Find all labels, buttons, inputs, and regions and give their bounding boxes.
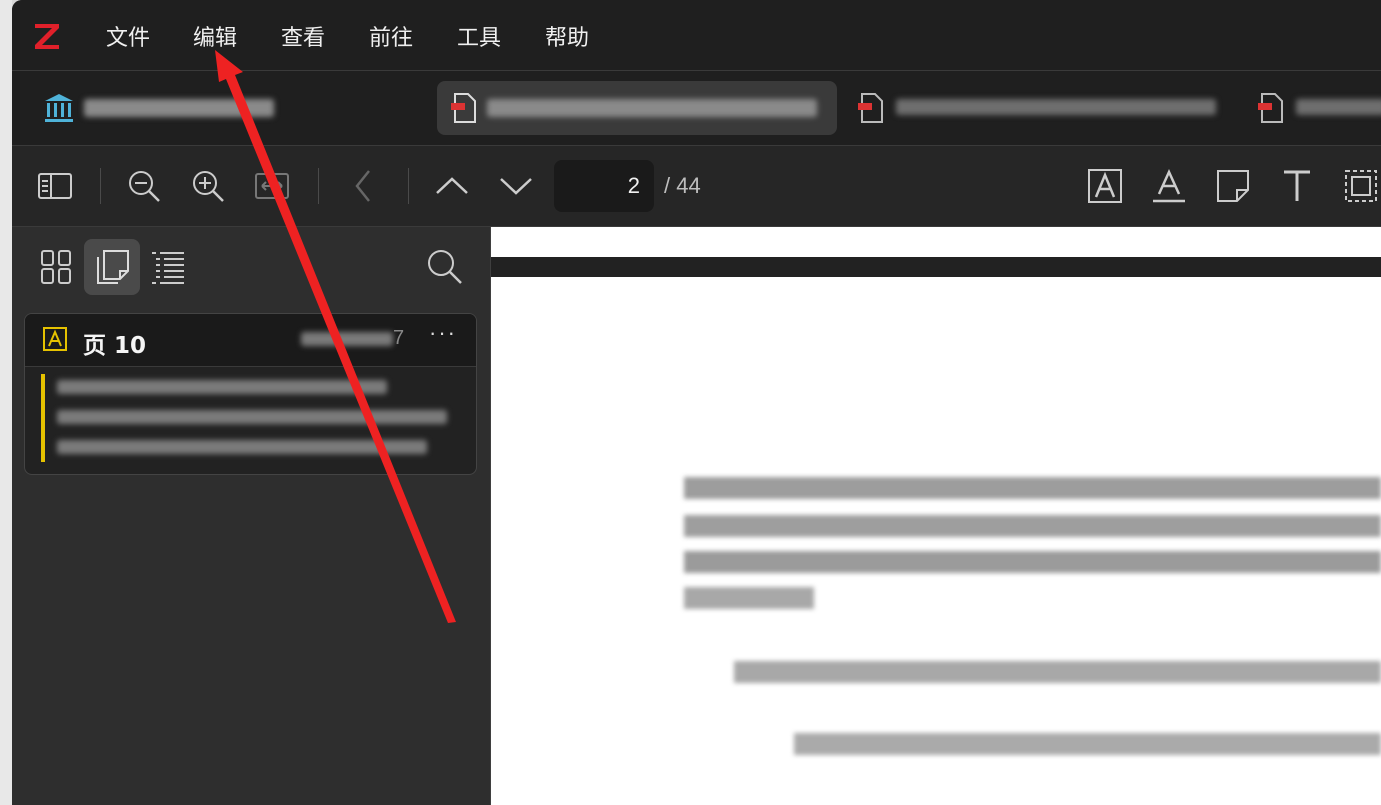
tab-title-redacted [487, 99, 817, 117]
annotation-date-redacted [301, 332, 393, 346]
document-text-redacted [794, 733, 1381, 755]
toggle-sidebar-button[interactable] [33, 164, 77, 208]
document-text-redacted [734, 661, 1381, 683]
toolbar-separator [100, 168, 101, 204]
menu-file[interactable]: 文件 [106, 20, 150, 52]
menu-view[interactable]: 查看 [281, 20, 325, 52]
highlight-tool-button[interactable] [1083, 164, 1127, 208]
annotation-text-redacted [57, 440, 427, 454]
annotation-text-redacted [57, 380, 387, 394]
page-up-icon [436, 177, 468, 194]
highlight-annotation-icon [43, 327, 67, 351]
tab-bar [12, 71, 1381, 146]
area-select-icon [1345, 170, 1377, 202]
previous-page-button[interactable] [430, 164, 474, 208]
annotations-sidebar: 页 10 7 ··· [12, 227, 491, 805]
tab-library[interactable] [32, 81, 292, 135]
annotations-view-button[interactable] [84, 239, 140, 295]
zotero-logo [35, 24, 59, 49]
page-down-icon [500, 178, 532, 195]
page-header-band [491, 257, 1381, 277]
note-icon [1217, 170, 1249, 202]
tab-title-redacted [1296, 99, 1381, 115]
annotation-date-tail: 7 [393, 327, 405, 349]
thumbnails-icon [41, 250, 71, 284]
back-button[interactable] [341, 164, 385, 208]
zoom-in-icon [193, 171, 224, 202]
tab-document-2[interactable] [852, 81, 1232, 135]
highlight-icon [1088, 169, 1122, 203]
reader-toolbar: 2 / 44 [12, 146, 1381, 227]
underline-icon [1153, 168, 1185, 203]
menu-edit[interactable]: 编辑 [193, 20, 237, 52]
annotations-icon [97, 250, 129, 284]
tab-title-redacted [896, 99, 1216, 115]
tab-document-3[interactable] [1252, 81, 1381, 135]
menu-bar: 文件 编辑 查看 前往 工具 帮助 [12, 0, 1381, 71]
document-text-redacted [684, 551, 1381, 573]
toolbar-separator [408, 168, 409, 204]
page-total-label: / 44 [664, 173, 701, 198]
pdf-icon [451, 93, 476, 123]
search-icon [428, 250, 462, 284]
menu-go[interactable]: 前往 [369, 20, 413, 52]
annotation-page-label: 页 10 [83, 333, 147, 359]
annotation-more-button[interactable]: ··· [429, 320, 457, 346]
zoom-out-icon [129, 171, 160, 202]
outline-view-button[interactable] [140, 239, 196, 295]
outline-icon [152, 252, 184, 284]
underline-tool-button[interactable] [1147, 164, 1191, 208]
text-tool-button[interactable] [1275, 164, 1319, 208]
next-page-button[interactable] [494, 164, 538, 208]
page-number-input[interactable]: 2 [554, 160, 654, 212]
zoom-in-button[interactable] [186, 164, 230, 208]
zoom-out-button[interactable] [122, 164, 166, 208]
fit-width-button[interactable] [250, 164, 294, 208]
text-icon [1284, 170, 1310, 201]
document-text-redacted [684, 477, 1381, 499]
pdf-icon [858, 93, 883, 123]
library-icon [45, 94, 73, 122]
pdf-viewer[interactable] [491, 227, 1381, 805]
tab-document-1[interactable] [437, 81, 837, 135]
back-icon [355, 170, 370, 202]
area-tool-button[interactable] [1339, 164, 1381, 208]
note-tool-button[interactable] [1211, 164, 1255, 208]
fit-width-icon [255, 173, 289, 199]
highlight-color-bar [41, 374, 45, 462]
menu-tools[interactable]: 工具 [457, 20, 501, 52]
menu-help[interactable]: 帮助 [545, 20, 589, 52]
annotation-card[interactable]: 页 10 7 ··· [24, 313, 477, 475]
sidebar-toggle-icon [38, 173, 72, 199]
pdf-icon [1258, 93, 1283, 123]
annotation-card-header: 页 10 7 ··· [25, 314, 476, 367]
annotation-text-redacted [57, 410, 447, 424]
document-text-redacted [684, 515, 1381, 537]
desktop-edge [0, 0, 12, 805]
toolbar-separator [318, 168, 319, 204]
app-window: 文件 编辑 查看 前往 工具 帮助 2 / 44 页 10 7 ··· [12, 0, 1381, 805]
thumbnails-view-button[interactable] [28, 239, 84, 295]
tab-library-title-redacted [84, 99, 274, 117]
document-text-redacted [684, 587, 814, 609]
search-annotations-button[interactable] [417, 239, 473, 295]
